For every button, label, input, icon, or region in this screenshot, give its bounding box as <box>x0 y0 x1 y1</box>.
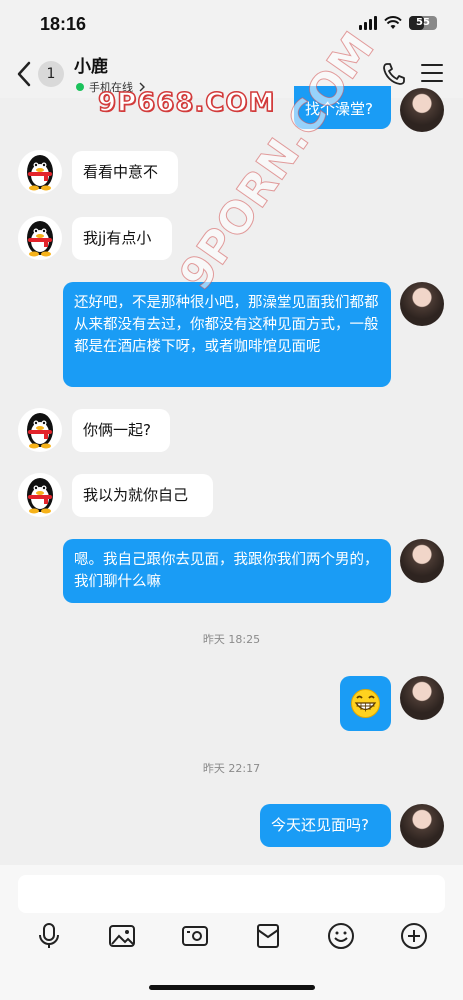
camera-icon[interactable] <box>180 921 210 951</box>
unread-count-badge[interactable]: 1 <box>38 61 64 87</box>
message-input[interactable] <box>18 875 445 913</box>
self-avatar[interactable] <box>400 804 444 848</box>
self-avatar[interactable] <box>400 539 444 583</box>
penguin-icon <box>27 221 53 257</box>
microphone-icon[interactable] <box>34 921 64 951</box>
penguin-icon <box>27 478 53 514</box>
penguin-icon <box>27 155 53 191</box>
message-bubble-outgoing[interactable] <box>340 676 391 731</box>
message-bubble-outgoing[interactable]: 找个澡堂? <box>294 86 391 129</box>
message-bubble-incoming[interactable]: 你俩一起? <box>72 409 170 452</box>
home-indicator[interactable] <box>149 985 315 990</box>
red-packet-icon[interactable] <box>253 921 283 951</box>
online-dot-icon <box>76 83 84 91</box>
message-bubble-outgoing[interactable]: 今天还见面吗? <box>260 804 391 847</box>
grinning-emoji-icon <box>351 689 380 718</box>
self-avatar[interactable] <box>400 676 444 720</box>
timestamp-separator: 昨天 22:17 <box>202 762 261 775</box>
contact-name[interactable]: 小鹿 <box>74 52 108 77</box>
penguin-icon <box>27 413 53 449</box>
plus-icon[interactable] <box>399 921 429 951</box>
status-bar: 18:16 55 <box>0 0 463 48</box>
chat-header: 1 小鹿 手机在线 9P668.COM <box>0 48 463 119</box>
contact-avatar[interactable] <box>18 473 62 517</box>
image-icon[interactable] <box>107 921 137 951</box>
message-bubble-outgoing[interactable]: 嗯。我自己跟你去见面，我跟你我们两个男的，我们聊什么嘛 <box>63 539 391 603</box>
status-time: 18:16 <box>40 14 87 34</box>
message-bubble-incoming[interactable]: 看看中意不 <box>72 151 178 194</box>
watermark-logo: 9P668.COM <box>97 87 276 119</box>
message-bubble-incoming[interactable]: 我jj有点小 <box>72 217 172 260</box>
wifi-icon <box>384 16 402 29</box>
phone-call-icon[interactable] <box>381 61 407 87</box>
contact-avatar[interactable] <box>18 216 62 260</box>
back-arrow-icon[interactable] <box>14 60 34 88</box>
signal-icon <box>359 16 377 30</box>
menu-icon[interactable] <box>421 64 443 84</box>
battery-icon: 55 <box>409 16 437 30</box>
contact-avatar[interactable] <box>18 150 62 194</box>
self-avatar[interactable] <box>400 282 444 326</box>
contact-avatar[interactable] <box>18 408 62 452</box>
emoji-icon[interactable] <box>326 921 356 951</box>
self-avatar[interactable] <box>400 88 444 132</box>
status-icons: 55 <box>359 16 437 30</box>
message-bubble-outgoing[interactable]: 还好吧，不是那种很小吧，那澡堂见面我们都都从来都没有去过，你都没有这种见面方式，… <box>63 282 391 387</box>
timestamp-separator: 昨天 18:25 <box>202 633 261 646</box>
battery-level: 55 <box>416 17 430 28</box>
message-bubble-incoming[interactable]: 我以为就你自己 <box>72 474 213 517</box>
input-area <box>0 865 463 1000</box>
